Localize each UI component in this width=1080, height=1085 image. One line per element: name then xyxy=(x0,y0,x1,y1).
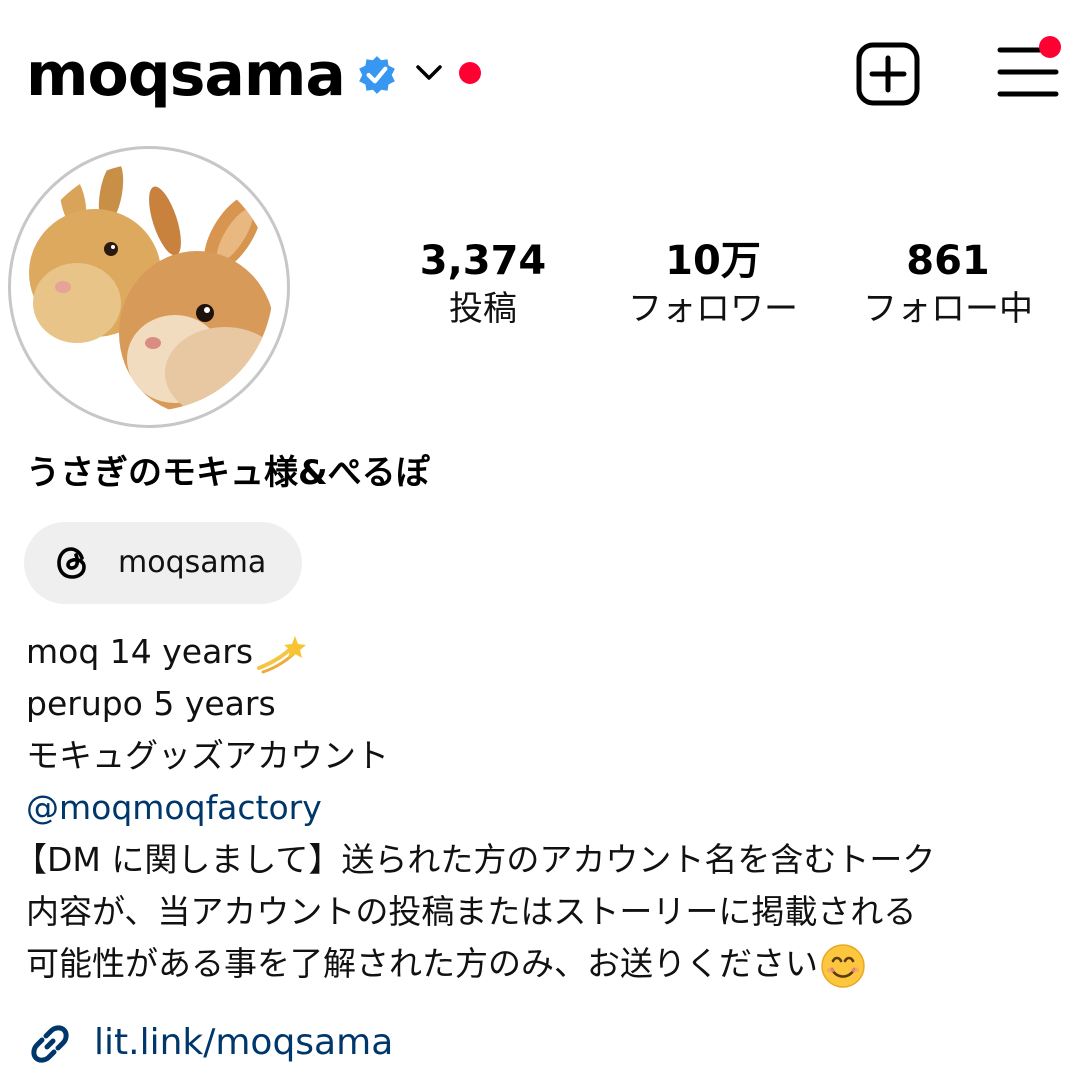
bio-line: 【DM に関しまして】送られた方のアカウント名を含むトーク xyxy=(14,840,936,879)
threads-icon xyxy=(57,547,86,579)
smiling-face-emoji xyxy=(821,943,865,988)
stat-label: 投稿 xyxy=(449,289,517,329)
chevron-down-icon[interactable] xyxy=(414,62,444,84)
bio-line: 可能性がある事を了解された方のみ、お送りください xyxy=(26,938,866,990)
stat-label: フォロー中 xyxy=(863,289,1033,329)
stat-value: 3,374 xyxy=(419,238,547,284)
stat-label: フォロワー xyxy=(628,289,798,329)
threads-badge[interactable]: moqsama xyxy=(24,522,302,604)
bio-line: モキュグッズアカウント xyxy=(26,736,389,775)
dizzy-star-emoji xyxy=(257,635,307,673)
link-icon xyxy=(31,1025,69,1063)
stat-value: 861 xyxy=(906,238,990,284)
avatar[interactable] xyxy=(8,146,290,428)
avatar-rabbits xyxy=(25,163,273,411)
bio-line: 内容が、当アカウントの投稿またはストーリーに掲載される xyxy=(26,892,917,931)
display-name: うさぎのモキュ様&ぺるぽ xyxy=(26,453,430,493)
menu-notification-dot xyxy=(1039,36,1061,58)
stat-value: 10万 xyxy=(665,238,761,284)
profile-username[interactable]: moqsama xyxy=(26,38,346,112)
bio-line: moq 14 years xyxy=(26,626,307,678)
profile-link[interactable]: lit.link/moqsama xyxy=(94,1018,393,1068)
bio-mention-link[interactable]: @moqmoqfactory xyxy=(26,782,322,834)
bio-text: moq 14 years xyxy=(26,632,254,671)
verified-badge-icon xyxy=(359,56,395,94)
bio-line: perupo 5 years xyxy=(26,684,276,723)
plus-square-icon[interactable] xyxy=(856,42,920,106)
notification-dot xyxy=(459,62,481,84)
stat-followers[interactable]: 10万 フォロワー xyxy=(610,236,816,332)
stat-posts[interactable]: 3,374 投稿 xyxy=(410,236,556,332)
stat-following[interactable]: 861 フォロー中 xyxy=(850,236,1046,332)
bio-text: 可能性がある事を了解された方のみ、お送りください xyxy=(26,944,818,983)
threads-label: moqsama xyxy=(118,545,267,580)
